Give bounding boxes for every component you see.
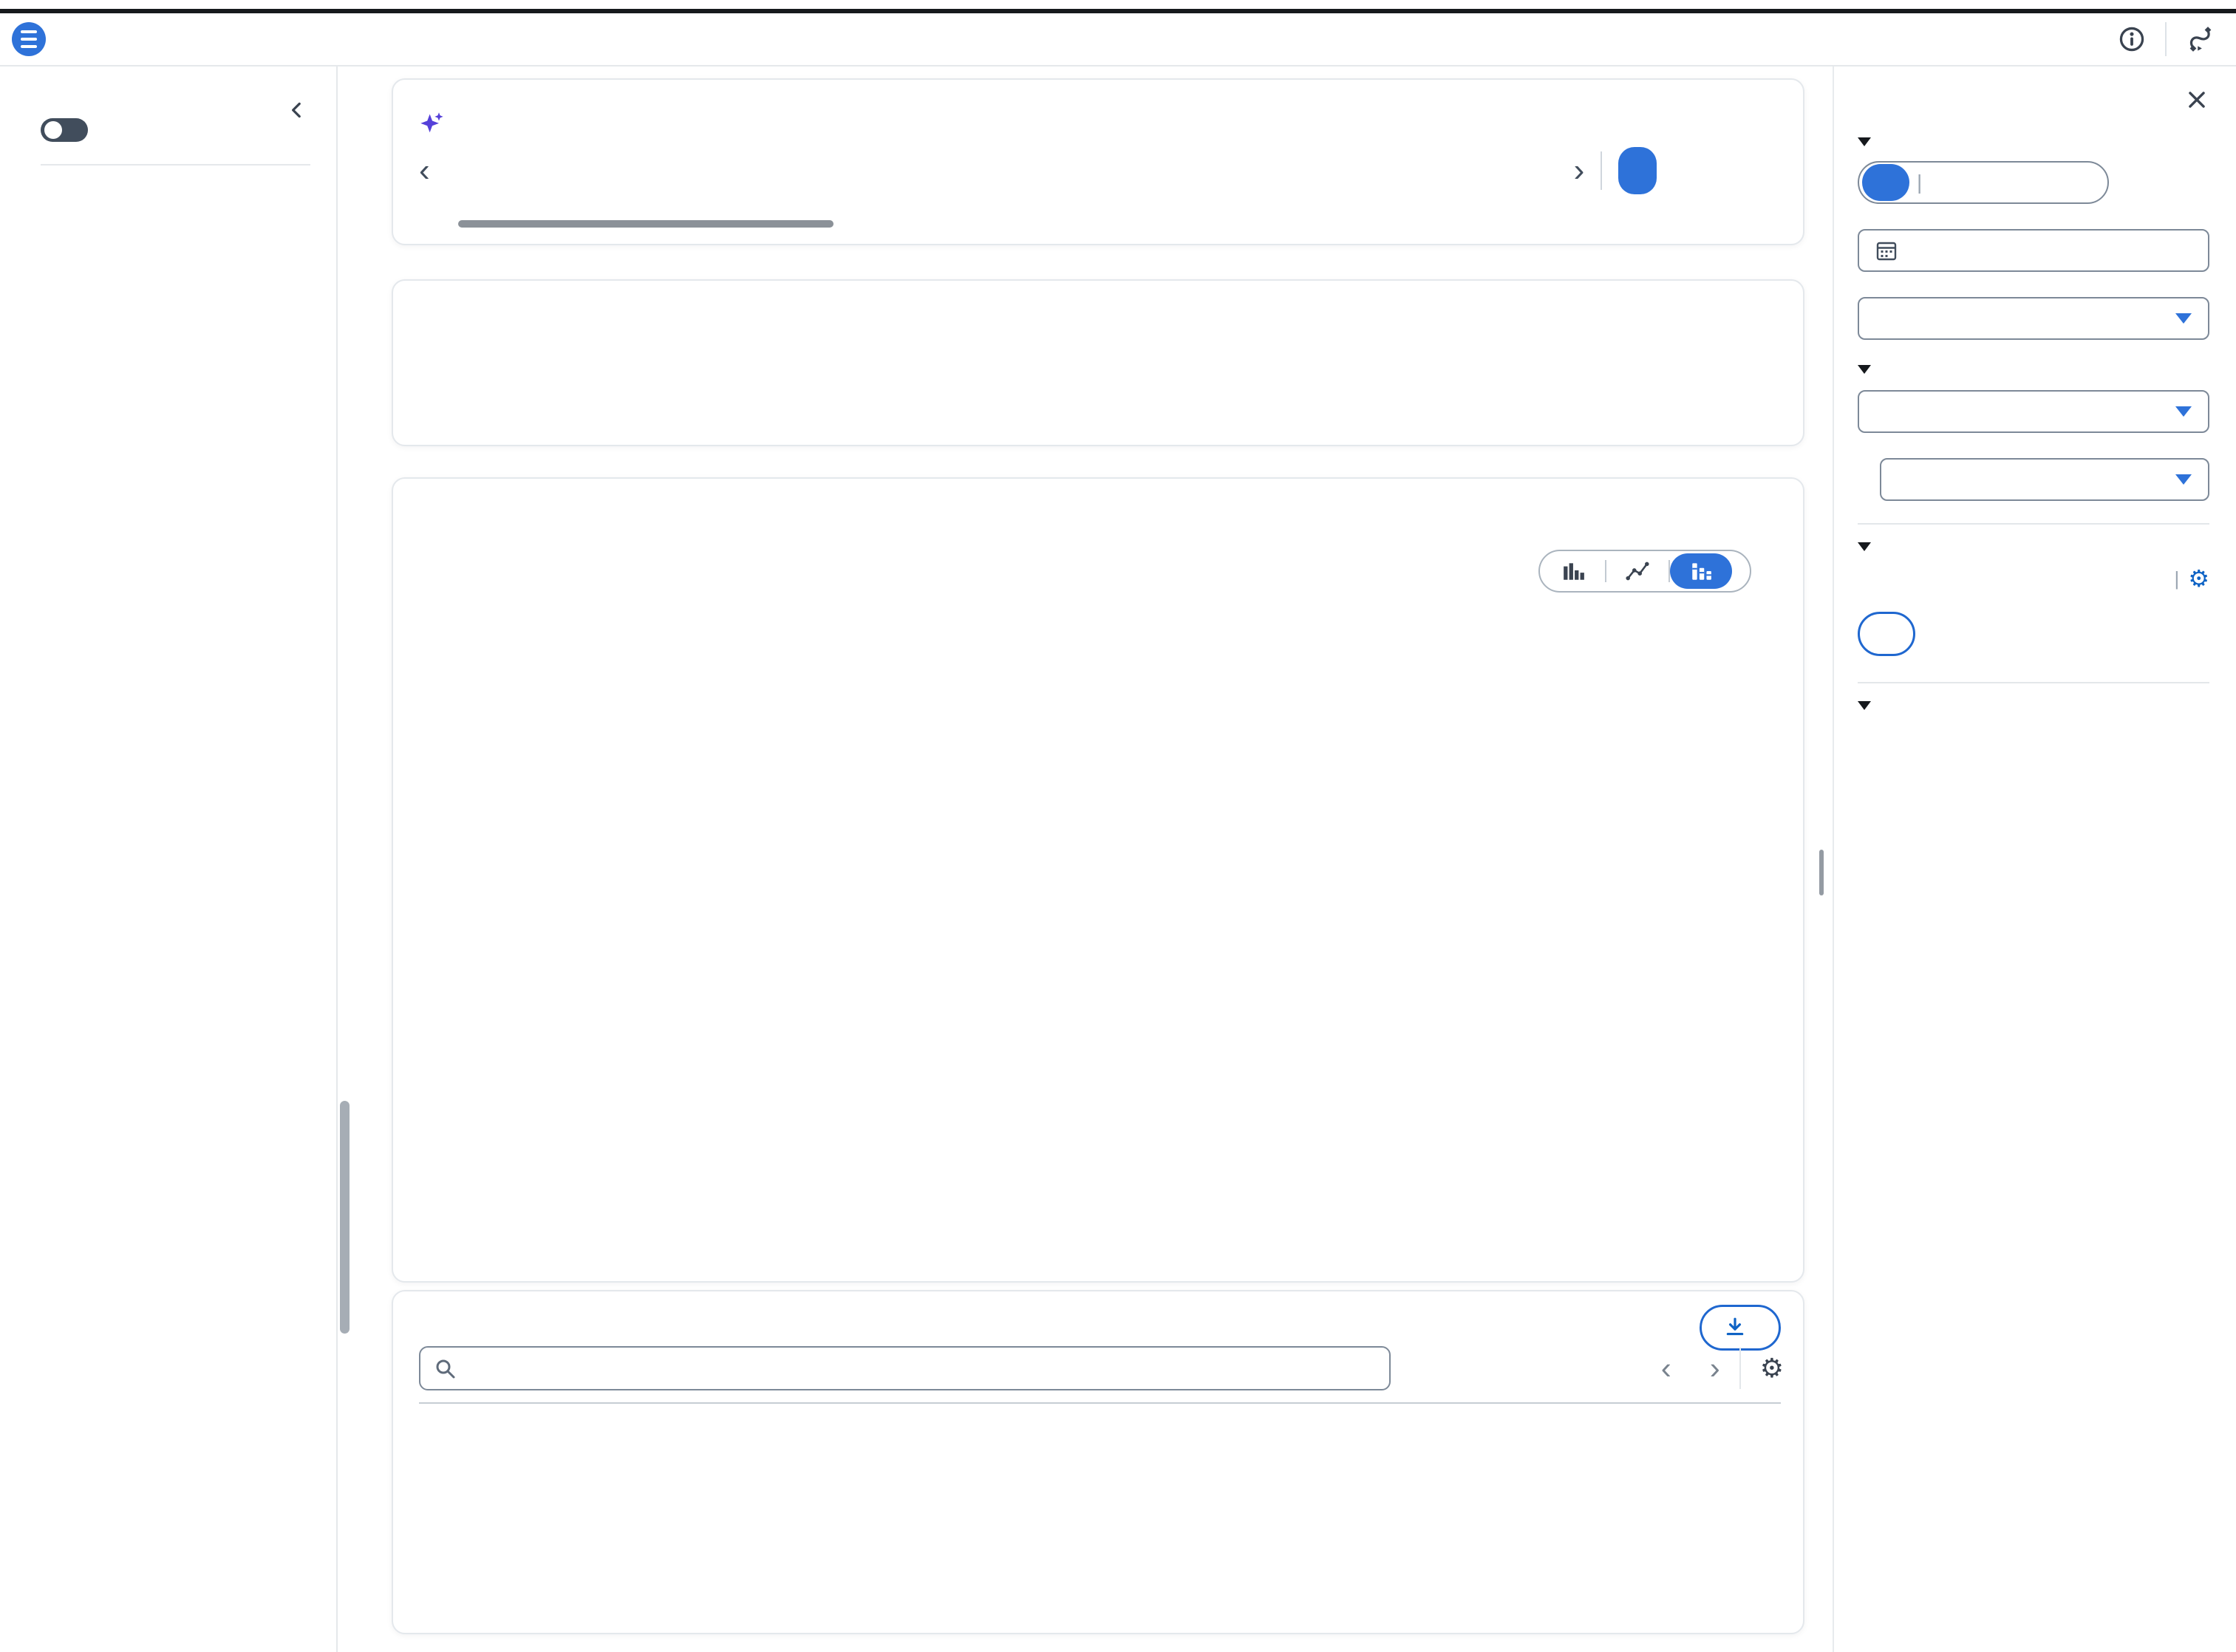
ai-sparkle-icon [419, 111, 446, 137]
pipe-divider: | [2175, 567, 2180, 590]
top-navigation-bar [0, 13, 2236, 66]
bar-chart-icon[interactable] [1543, 553, 1605, 589]
workflow-icon[interactable] [2186, 24, 2215, 54]
sidebar-scrollbar[interactable] [340, 1101, 350, 1334]
overview-stats [393, 371, 1803, 448]
chevron-down-icon [2175, 406, 2192, 417]
chevron-down-icon [2175, 313, 2192, 324]
topbar-divider [2165, 22, 2167, 56]
main-scrollbar[interactable] [1819, 850, 1824, 895]
chevron-down-icon [1858, 137, 1871, 146]
group-by-section-header[interactable] [1858, 365, 2209, 374]
download-csv-button[interactable] [1700, 1305, 1781, 1351]
search-field[interactable] [419, 1346, 1391, 1390]
chips-next-icon[interactable]: › [1574, 147, 1585, 194]
line-chart-icon[interactable] [1606, 553, 1669, 589]
tag-select[interactable] [1880, 458, 2209, 501]
page-next-icon[interactable]: › [1710, 1346, 1720, 1390]
granularity-select[interactable] [1858, 297, 2209, 340]
cost-overview-card [392, 279, 1804, 446]
chips-prev-icon[interactable]: ‹ [419, 147, 430, 194]
more-filters-button[interactable] [1858, 612, 1915, 656]
topbar-icons [2118, 22, 2215, 56]
report-parameters-panel: | [1833, 66, 2236, 1652]
services-menu-icon[interactable] [12, 22, 46, 56]
advanced-options-header[interactable] [1858, 701, 2209, 710]
time-mode-toggle: | [1858, 161, 2109, 204]
sidebar [0, 66, 338, 1652]
segment-divider: | [1917, 171, 1922, 194]
chevron-down-icon [1858, 365, 1871, 374]
chips-divider [1601, 151, 1602, 190]
cost-breakdown-card: ‹ › ⚙ [392, 1290, 1804, 1634]
page-prev-icon[interactable]: ‹ [1661, 1346, 1671, 1390]
calendar-icon [1875, 239, 1898, 262]
cost-graph-card [392, 477, 1804, 1283]
ai-explore-card: ‹ › [392, 78, 1804, 245]
chart-type-toggle [1538, 550, 1751, 593]
download-icon [1724, 1317, 1746, 1339]
billing-view-toggle[interactable] [41, 118, 88, 142]
chevron-down-icon [2175, 474, 2192, 485]
panel-divider [1858, 523, 2209, 525]
sidebar-collapse-icon[interactable] [286, 99, 308, 121]
time-section-header[interactable] [1858, 137, 2209, 146]
date-range-field[interactable] [1858, 229, 2209, 272]
ask-question-button[interactable] [1618, 147, 1657, 194]
breakdown-table [419, 1402, 1781, 1404]
stacked-bar-chart [505, 608, 1775, 1158]
controls-divider [1739, 1348, 1741, 1389]
dimension-select[interactable] [1858, 390, 2209, 433]
sidebar-divider [41, 164, 310, 165]
chevron-down-icon [1858, 701, 1871, 710]
standard-mode-button[interactable] [1862, 164, 1909, 201]
filters-section-header[interactable] [1858, 542, 2209, 551]
search-input[interactable] [466, 1356, 1376, 1381]
info-icon[interactable] [2118, 25, 2146, 53]
filters-gear-icon[interactable]: ⚙ [2188, 564, 2209, 593]
chips-scrollbar[interactable] [458, 220, 834, 228]
table-header-row [419, 1402, 1781, 1404]
table-settings-gear-icon[interactable]: ⚙ [1760, 1353, 1784, 1384]
search-icon [434, 1357, 456, 1379]
close-icon[interactable] [2184, 87, 2209, 112]
stacked-bar-chart-icon[interactable] [1670, 553, 1732, 589]
panel-divider [1858, 682, 2209, 683]
chevron-down-icon [1858, 542, 1871, 551]
